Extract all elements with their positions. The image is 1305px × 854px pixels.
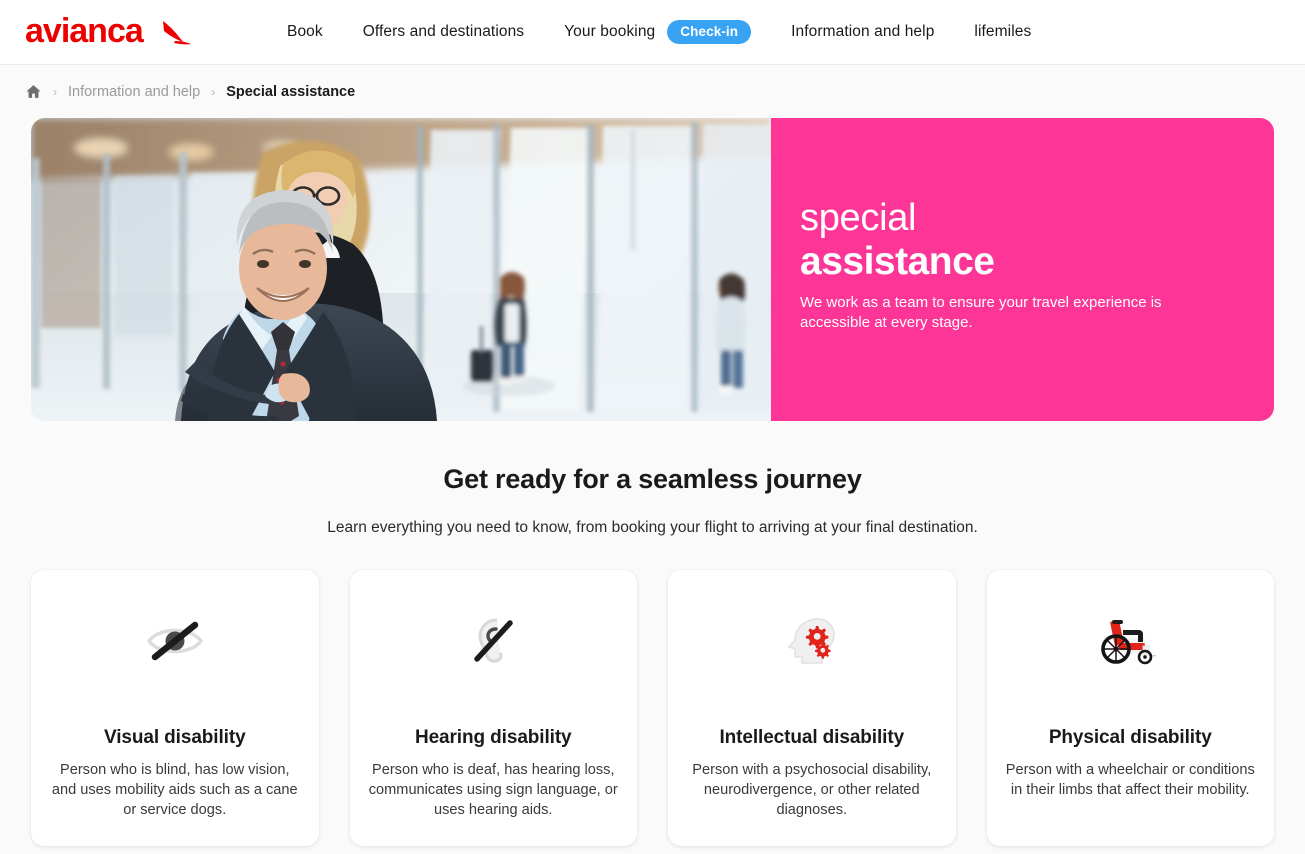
nav-book[interactable]: Book [287,17,323,47]
site-header: avianca Book Offers and destinations You… [0,0,1305,65]
nav-lifemiles[interactable]: lifemiles [974,17,1031,47]
head-gears-icon [686,610,938,672]
card-text: Person with a psychosocial disability, n… [692,762,932,818]
card-intellectual-disability[interactable]: Intellectual disability Person with a ps… [668,570,956,846]
card-physical-disability[interactable]: Physical disability Person with a wheelc… [986,570,1274,846]
intro-section: Get ready for a seamless journey Learn e… [0,421,1305,537]
card-hearing-disability[interactable]: Hearing disability Person who is deaf, h… [349,570,637,846]
avianca-condor-icon: avianca [25,12,191,50]
nav-offers-and-destinations[interactable]: Offers and destinations [363,17,524,47]
breadcrumb-separator-2: › [211,84,216,99]
page-subtitle: Learn everything you need to know, from … [327,519,978,536]
card-visual-disability[interactable]: Visual disability Person who is blind, h… [31,570,319,846]
breadcrumb-separator-1: › [53,84,57,99]
card-title: Hearing disability [414,727,572,748]
hero-photo [31,118,771,421]
card-title: Intellectual disability [719,727,905,748]
card-title: Physical disability [1048,727,1212,748]
hero-banner: special assistance We work as a team to … [31,118,1274,421]
hero-section: special assistance We work as a team to … [0,118,1305,421]
svg-text:avianca: avianca [25,12,145,50]
nav-information-and-help[interactable]: Information and help [791,17,934,47]
ear-off-icon [368,610,620,672]
wheelchair-icon [1005,610,1257,672]
card-text: Person who is deaf, has hearing loss, co… [368,762,618,818]
card-text: Person who is blind, has low vision, and… [51,762,298,818]
page-title: Get ready for a seamless journey [443,464,862,494]
main-navigation: Book Offers and destinations Your bookin… [287,17,1031,47]
nav-your-booking-group: Your booking Check-in [564,17,752,47]
card-text: Person with a wheelchair or conditions i… [1005,762,1255,798]
hero-title-line1: special [800,197,917,239]
home-icon[interactable] [25,83,42,100]
breadcrumb-item-special-assistance: Special assistance [226,83,356,100]
hero-subtitle: We work as a team to ensure your travel … [800,294,1162,331]
nav-your-booking[interactable]: Your booking [564,17,655,47]
card-title: Visual disability [103,727,246,748]
breadcrumb-item-information-and-help[interactable]: Information and help [68,84,200,100]
hero-title-line2: assistance [800,240,995,283]
avianca-logo[interactable]: avianca [25,9,225,55]
eye-off-icon [49,610,301,672]
hero-pink-panel: special assistance We work as a team to … [771,118,1274,421]
checkin-badge[interactable]: Check-in [667,19,752,45]
disability-cards: Visual disability Person who is blind, h… [0,537,1305,846]
breadcrumb: › Information and help › Special assista… [0,65,1305,118]
